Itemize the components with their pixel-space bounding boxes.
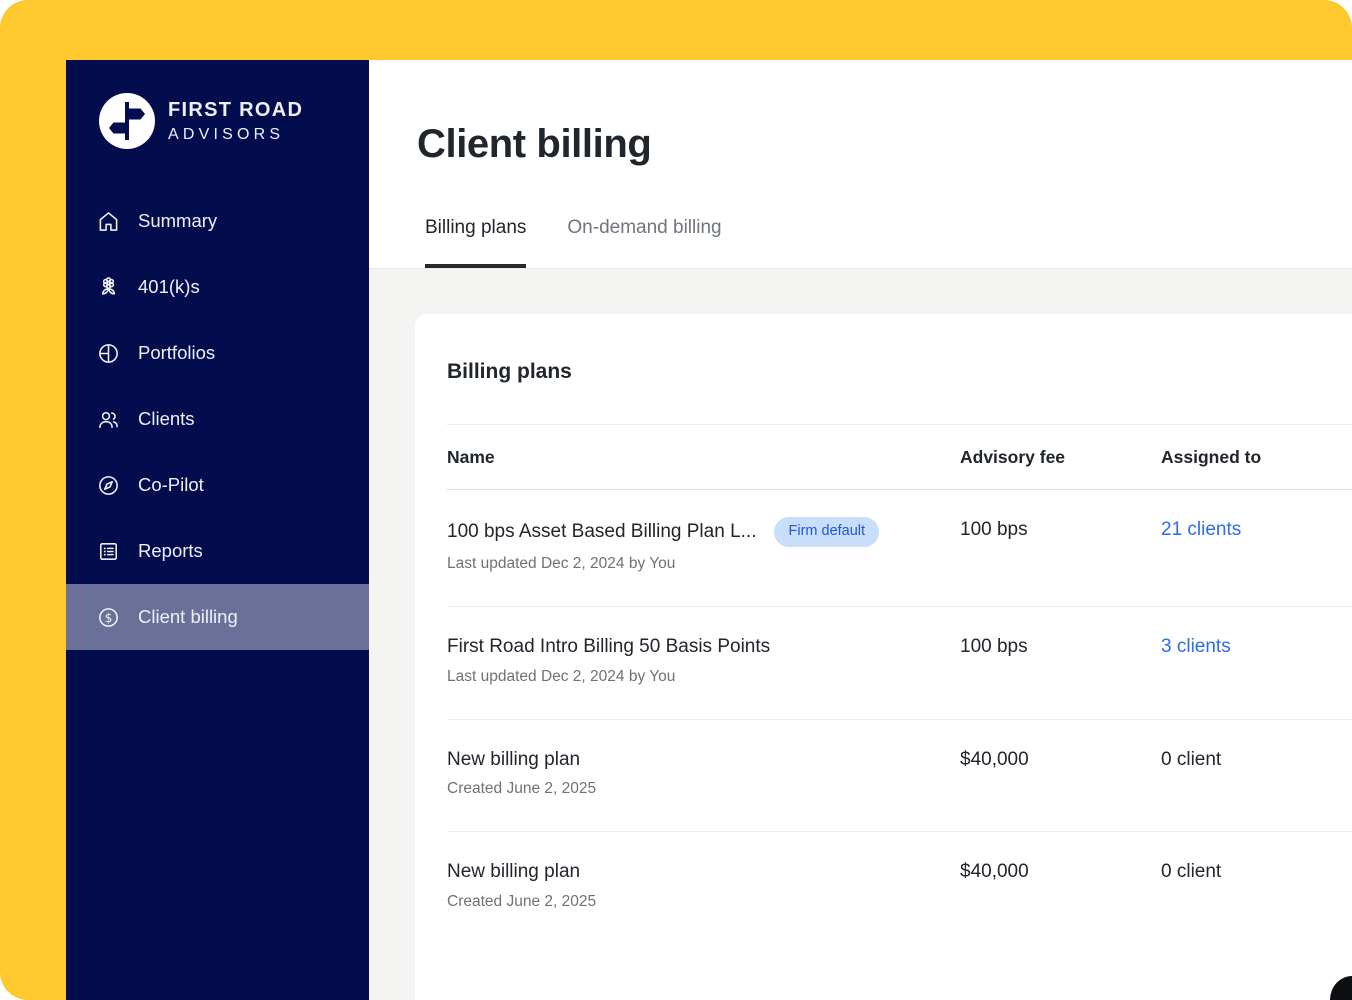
column-header-name: Name [447, 447, 960, 468]
sidebar-item-label: Client billing [138, 606, 238, 628]
plan-name-cell: 100 bps Asset Based Billing Plan L... Fi… [447, 517, 960, 573]
sidebar-item-label: 401(k)s [138, 276, 200, 298]
dollar-circle-icon: $ [96, 605, 121, 630]
assigned-clients-link[interactable]: 21 clients [1161, 517, 1352, 573]
yellow-frame: FIRST ROAD ADVISORS Summary [0, 0, 1352, 1000]
sidebar-item-reports[interactable]: Reports [66, 518, 369, 584]
tab-on-demand-billing[interactable]: On-demand billing [567, 217, 721, 268]
compass-icon [96, 473, 121, 498]
plan-subtext: Created June 2, 2025 [447, 780, 960, 798]
plan-name-cell: New billing plan Created June 2, 2025 [447, 859, 960, 911]
sidebar-item-portfolios[interactable]: Portfolios [66, 320, 369, 386]
sidebar-item-label: Reports [138, 540, 203, 562]
sidebar-item-label: Portfolios [138, 342, 215, 364]
app-window: FIRST ROAD ADVISORS Summary [66, 60, 1352, 1000]
svg-text:$: $ [105, 610, 113, 624]
main-area: Client billing Billing plans On-demand b… [369, 60, 1352, 1000]
advisory-fee-value: 100 bps [960, 517, 1161, 573]
page-header: Client billing Billing plans On-demand b… [369, 60, 1352, 269]
sidebar-item-copilot[interactable]: Co-Pilot [66, 452, 369, 518]
brand-name-line2: ADVISORS [168, 125, 303, 144]
page-title: Client billing [417, 122, 1352, 167]
table-row[interactable]: New billing plan Created June 2, 2025 $4… [447, 720, 1352, 833]
plan-name: New billing plan [447, 859, 580, 885]
assigned-clients-value: 0 client [1161, 859, 1352, 911]
sidebar-item-clients[interactable]: Clients [66, 386, 369, 452]
sidebar-nav: Summary 401(k)s [66, 188, 369, 650]
sidebar-item-client-billing[interactable]: $ Client billing [66, 584, 369, 650]
table-row[interactable]: New billing plan Created June 2, 2025 $4… [447, 832, 1352, 944]
table-header-row: Name Advisory fee Assigned to [447, 425, 1352, 490]
table-row[interactable]: 100 bps Asset Based Billing Plan L... Fi… [447, 490, 1352, 607]
tab-bar: Billing plans On-demand billing [417, 217, 1352, 268]
signpost-logo-icon [99, 93, 155, 149]
plan-name-cell: First Road Intro Billing 50 Basis Points… [447, 634, 960, 686]
content-area: Billing plans Name Advisory fee Assigned… [369, 269, 1352, 1000]
billing-plans-card: Billing plans Name Advisory fee Assigned… [415, 314, 1352, 1000]
assigned-clients-link[interactable]: 3 clients [1161, 634, 1352, 686]
sidebar-item-summary[interactable]: Summary [66, 188, 369, 254]
report-list-icon [96, 539, 121, 564]
assigned-clients-value: 0 client [1161, 747, 1352, 799]
brand-name-line1: FIRST ROAD [168, 98, 303, 122]
sidebar-item-label: Summary [138, 210, 217, 232]
people-icon [96, 407, 121, 432]
sidebar-item-label: Clients [138, 408, 195, 430]
advisory-fee-value: 100 bps [960, 634, 1161, 686]
column-header-advisory-fee: Advisory fee [960, 447, 1161, 468]
firm-default-badge: Firm default [774, 517, 879, 547]
plan-subtext: Last updated Dec 2, 2024 by You [447, 668, 960, 686]
brand-text: FIRST ROAD ADVISORS [168, 98, 303, 144]
flower-icon [96, 275, 121, 300]
plan-name: New billing plan [447, 747, 580, 773]
table-row[interactable]: First Road Intro Billing 50 Basis Points… [447, 607, 1352, 720]
plan-name: 100 bps Asset Based Billing Plan L... [447, 519, 756, 545]
plan-name-cell: New billing plan Created June 2, 2025 [447, 747, 960, 799]
brand-logo[interactable]: FIRST ROAD ADVISORS [66, 60, 369, 149]
card-heading: Billing plans [447, 314, 1352, 425]
sidebar-item-401ks[interactable]: 401(k)s [66, 254, 369, 320]
pie-chart-icon [96, 341, 121, 366]
sidebar: FIRST ROAD ADVISORS Summary [66, 60, 369, 1000]
advisory-fee-value: $40,000 [960, 747, 1161, 799]
sidebar-item-label: Co-Pilot [138, 474, 204, 496]
tab-billing-plans[interactable]: Billing plans [425, 217, 526, 268]
column-header-assigned-to: Assigned to [1161, 447, 1352, 468]
plan-name: First Road Intro Billing 50 Basis Points [447, 634, 770, 660]
plan-subtext: Last updated Dec 2, 2024 by You [447, 555, 960, 573]
advisory-fee-value: $40,000 [960, 859, 1161, 911]
plan-subtext: Created June 2, 2025 [447, 893, 960, 911]
home-icon [96, 209, 121, 234]
